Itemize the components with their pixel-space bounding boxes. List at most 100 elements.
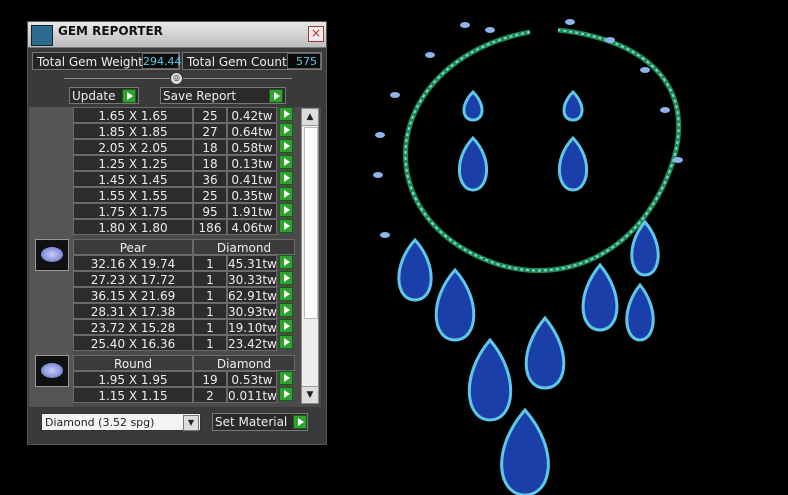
table-row: 1.95 X 1.95 19 0.53tw bbox=[73, 371, 297, 387]
size-cell: 1.95 X 1.95 bbox=[73, 371, 193, 387]
weight-cell: 62.91tw bbox=[227, 287, 277, 303]
sapphire-pendants bbox=[397, 89, 660, 495]
row-go-button[interactable] bbox=[279, 107, 293, 121]
size-cell: 1.45 X 1.45 bbox=[73, 171, 193, 187]
scroll-thumb[interactable] bbox=[304, 127, 318, 319]
window-title: GEM REPORTER bbox=[58, 24, 163, 38]
count-cell: 1 bbox=[193, 335, 227, 351]
weight-cell: 0.42tw bbox=[227, 107, 277, 123]
size-cell: 2.05 X 2.05 bbox=[73, 139, 193, 155]
total-gem-count-label: Total Gem Count bbox=[187, 55, 287, 69]
weight-cell: 0.35tw bbox=[227, 187, 277, 203]
weight-cell: 0.58tw bbox=[227, 139, 277, 155]
row-go-button[interactable] bbox=[279, 387, 293, 401]
jewelry-render bbox=[373, 19, 683, 495]
set-material-go-button[interactable] bbox=[293, 415, 307, 429]
save-report-label: Save Report bbox=[163, 89, 237, 103]
table-row: 1.80 X 1.80 186 4.06tw bbox=[73, 219, 297, 235]
row-go-button[interactable] bbox=[279, 271, 293, 285]
table-row: 28.31 X 17.38 1 30.93tw bbox=[73, 303, 297, 319]
row-go-button[interactable] bbox=[279, 255, 293, 269]
row-go-button[interactable] bbox=[279, 123, 293, 137]
scroll-up-button[interactable]: ▲ bbox=[302, 109, 318, 126]
count-cell: 186 bbox=[193, 219, 227, 235]
group-header-row: Round Diamond bbox=[73, 355, 297, 371]
count-cell: 1 bbox=[193, 287, 227, 303]
chevron-down-icon[interactable]: ▼ bbox=[183, 415, 199, 431]
group-shape-label: Pear bbox=[73, 239, 193, 255]
table-row: 2.05 X 2.05 18 0.58tw bbox=[73, 139, 297, 155]
save-report-button[interactable]: Save Report bbox=[160, 87, 286, 104]
title-bar[interactable]: GEM REPORTER × bbox=[28, 22, 326, 48]
size-cell: 1.15 X 1.15 bbox=[73, 387, 193, 403]
material-select-value: Diamond (3.52 spg) bbox=[45, 416, 155, 429]
count-cell: 2 bbox=[193, 387, 227, 403]
weight-cell: 0.41tw bbox=[227, 171, 277, 187]
size-cell: 36.15 X 21.69 bbox=[73, 287, 193, 303]
weight-cell: 23.42tw bbox=[227, 335, 277, 351]
weight-cell: 45.31tw bbox=[227, 255, 277, 271]
count-cell: 95 bbox=[193, 203, 227, 219]
count-cell: 19 bbox=[193, 371, 227, 387]
weight-cell: 19.10tw bbox=[227, 319, 277, 335]
update-label: Update bbox=[72, 89, 116, 103]
save-report-go-button[interactable] bbox=[269, 89, 283, 103]
count-cell: 1 bbox=[193, 303, 227, 319]
row-go-button[interactable] bbox=[279, 155, 293, 169]
gem-shape-icon bbox=[41, 247, 63, 262]
table-row: 23.72 X 15.28 1 19.10tw bbox=[73, 319, 297, 335]
table-row: 1.75 X 1.75 95 1.91tw bbox=[73, 203, 297, 219]
size-cell: 28.31 X 17.38 bbox=[73, 303, 193, 319]
gem-reporter-window: GEM REPORTER × Total Gem Weight 294.44 T… bbox=[27, 21, 327, 445]
table-row: 1.65 X 1.65 25 0.42tw bbox=[73, 107, 297, 123]
row-go-button[interactable] bbox=[279, 335, 293, 349]
weight-cell: 30.33tw bbox=[227, 271, 277, 287]
size-cell: 1.85 X 1.85 bbox=[73, 123, 193, 139]
group-material-label: Diamond bbox=[193, 239, 295, 255]
table-row: 27.23 X 17.72 1 30.33tw bbox=[73, 271, 297, 287]
gem-list: 1.65 X 1.65 25 0.42tw 1.85 X 1.85 27 0.64tw 2.… bbox=[29, 107, 321, 407]
row-go-button[interactable] bbox=[279, 287, 293, 301]
row-go-button[interactable] bbox=[279, 203, 293, 217]
vertical-scrollbar[interactable]: ▲ ▼ bbox=[301, 108, 319, 404]
group-header-row: Pear Diamond bbox=[73, 239, 297, 255]
size-cell: 23.72 X 15.28 bbox=[73, 319, 193, 335]
group-material-label: Diamond bbox=[193, 355, 295, 371]
row-go-button[interactable] bbox=[279, 171, 293, 185]
count-cell: 1 bbox=[193, 255, 227, 271]
row-go-button[interactable] bbox=[279, 219, 293, 233]
scroll-down-button[interactable]: ▼ bbox=[302, 386, 318, 403]
row-go-button[interactable] bbox=[279, 187, 293, 201]
row-go-button[interactable] bbox=[279, 303, 293, 317]
update-go-button[interactable] bbox=[122, 89, 136, 103]
row-go-button[interactable] bbox=[279, 319, 293, 333]
close-button[interactable]: × bbox=[308, 26, 324, 42]
table-row: 25.40 X 16.36 1 23.42tw bbox=[73, 335, 297, 351]
table-row: 36.15 X 21.69 1 62.91tw bbox=[73, 287, 297, 303]
size-cell: 1.55 X 1.55 bbox=[73, 187, 193, 203]
weight-cell: 1.91tw bbox=[227, 203, 277, 219]
round-gem-thumbnail[interactable] bbox=[35, 355, 69, 387]
table-row: 1.45 X 1.45 36 0.41tw bbox=[73, 171, 297, 187]
count-cell: 1 bbox=[193, 271, 227, 287]
size-cell: 1.75 X 1.75 bbox=[73, 203, 193, 219]
size-cell: 1.80 X 1.80 bbox=[73, 219, 193, 235]
pear-gem-thumbnail[interactable] bbox=[35, 239, 69, 271]
gem-shape-icon bbox=[41, 363, 63, 378]
count-cell: 25 bbox=[193, 107, 227, 123]
slider-knob[interactable]: ◎ bbox=[170, 72, 183, 85]
weight-cell: 0.13tw bbox=[227, 155, 277, 171]
table-row: 1.25 X 1.25 18 0.13tw bbox=[73, 155, 297, 171]
table-row: 1.55 X 1.55 25 0.35tw bbox=[73, 187, 297, 203]
count-cell: 36 bbox=[193, 171, 227, 187]
weight-cell: 30.93tw bbox=[227, 303, 277, 319]
row-go-button[interactable] bbox=[279, 139, 293, 153]
set-material-label: Set Material bbox=[215, 415, 288, 429]
count-cell: 1 bbox=[193, 319, 227, 335]
row-go-button[interactable] bbox=[279, 371, 293, 385]
weight-cell: 0.011tw bbox=[227, 387, 277, 403]
table-row: 1.85 X 1.85 27 0.64tw bbox=[73, 123, 297, 139]
size-cell: 27.23 X 17.72 bbox=[73, 271, 193, 287]
material-select[interactable]: Diamond (3.52 spg) ▼ bbox=[41, 413, 201, 431]
total-gem-count-value: 575 bbox=[287, 53, 321, 69]
